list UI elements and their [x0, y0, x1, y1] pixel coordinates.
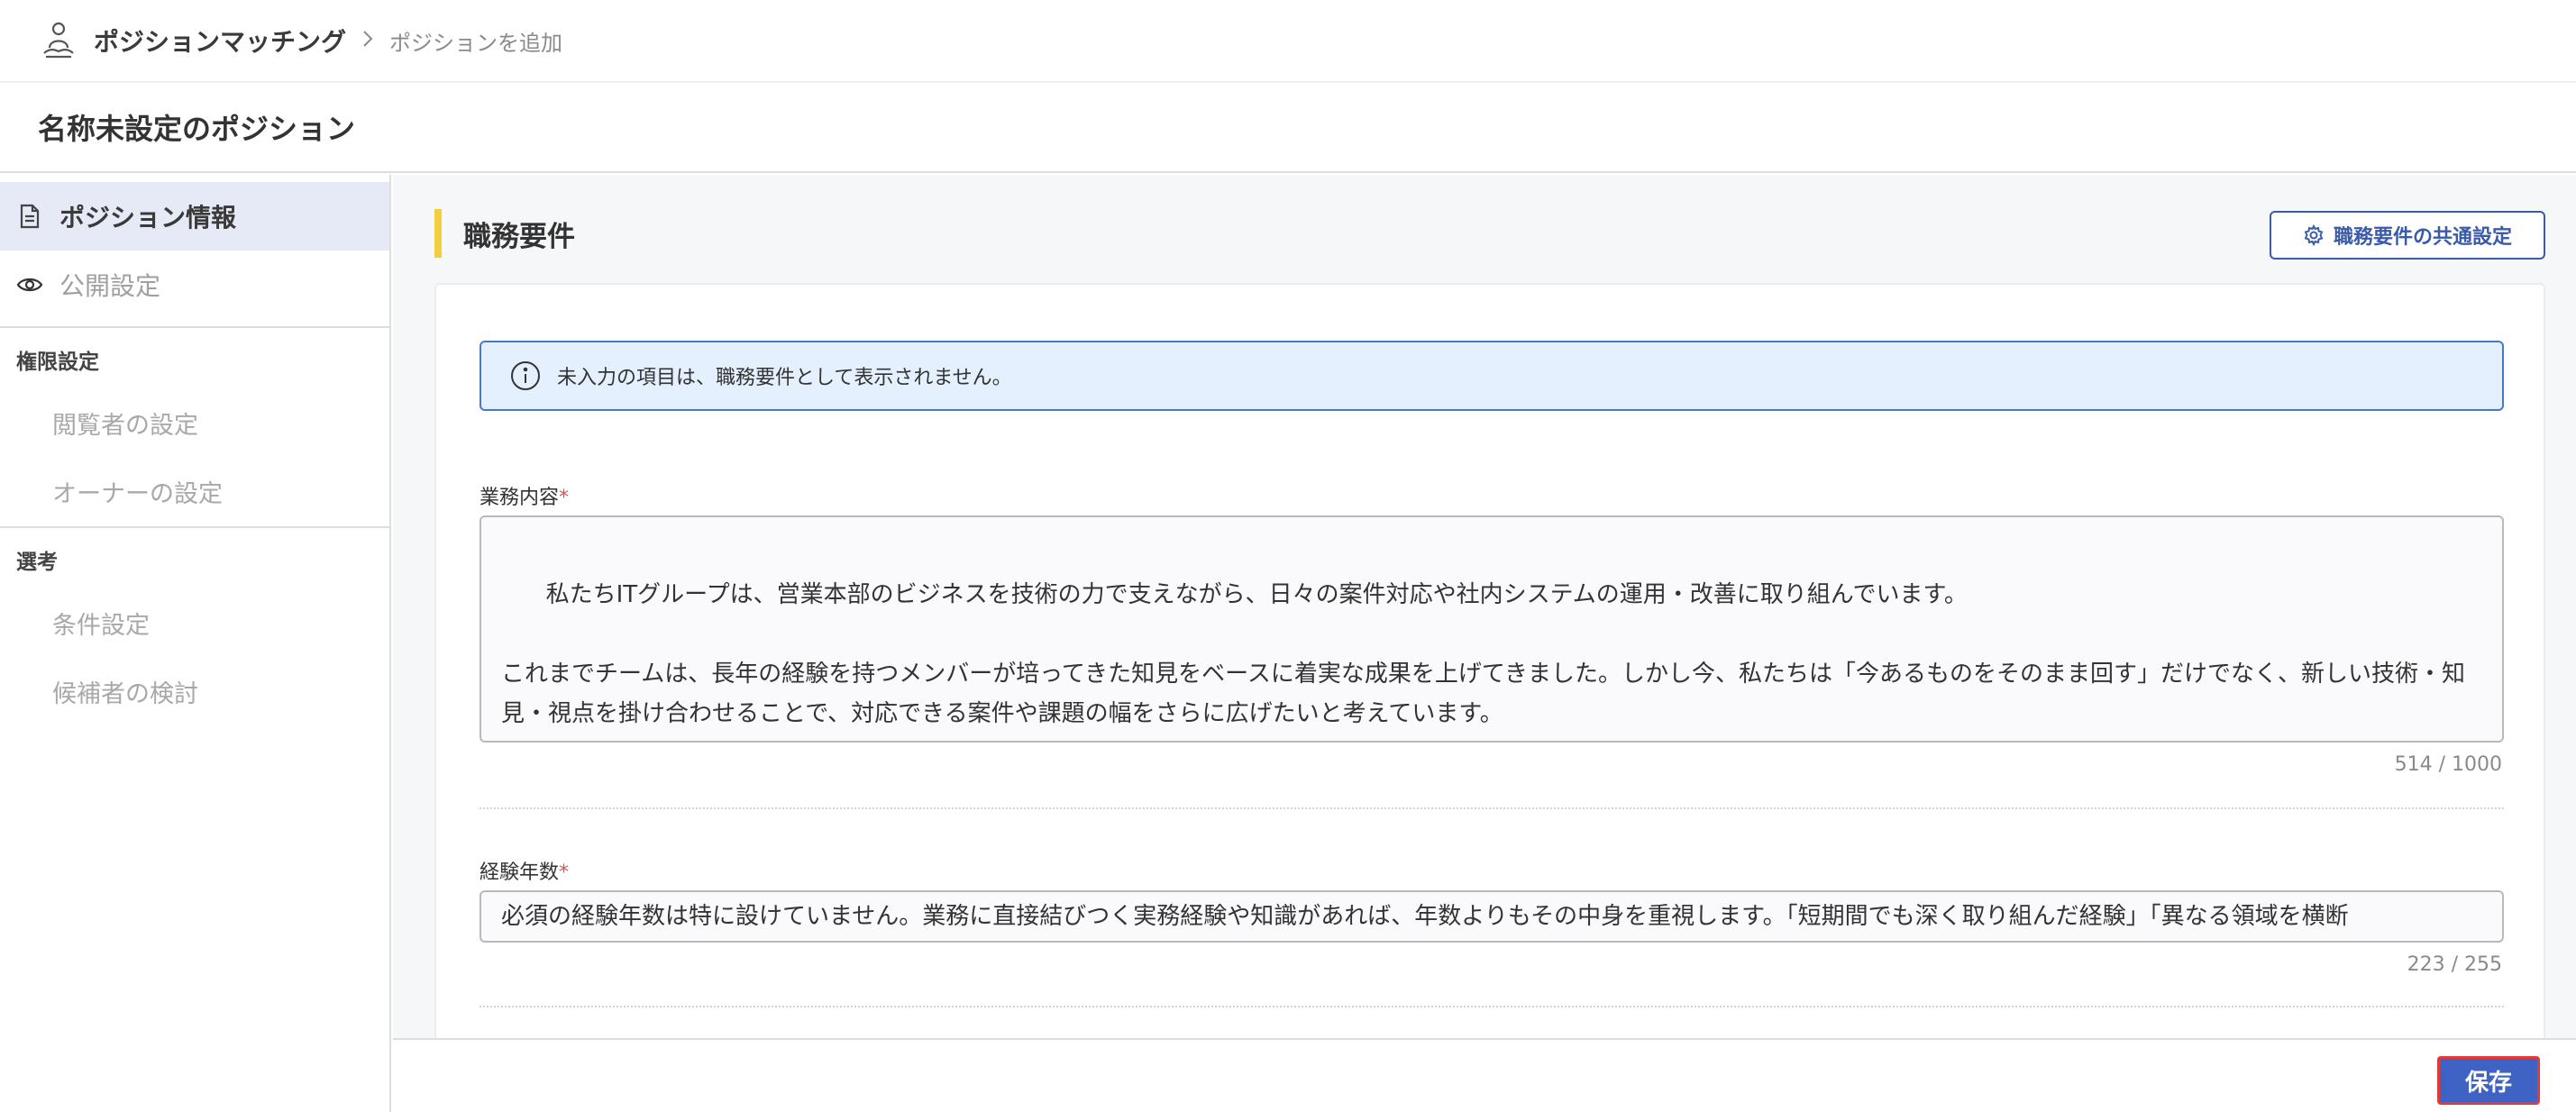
- divider: [0, 526, 389, 528]
- sidebar: ポジション情報 公開設定 権限設定 閲覧者の設定 オーナーの設定 選考 条件設定…: [0, 175, 391, 1112]
- required-mark: *: [559, 487, 570, 509]
- sidebar-item-viewer-settings[interactable]: 閲覧者の設定: [52, 406, 198, 441]
- notice-text: 未入力の項目は、職務要件として表示されません。: [557, 367, 1012, 389]
- section-header: 職務要件: [434, 209, 575, 258]
- sidebar-item-candidate-review[interactable]: 候補者の検討: [52, 674, 198, 709]
- required-mark: *: [559, 861, 570, 884]
- sidebar-item-publish-settings[interactable]: 公開設定: [0, 251, 389, 319]
- person-meditation-icon: [36, 18, 81, 63]
- duties-label: 業務内容*: [480, 481, 569, 510]
- chevron-right-icon: [361, 26, 375, 56]
- top-bar: ポジションマッチング ポジションを追加: [0, 0, 2576, 83]
- experience-label: 経験年数*: [480, 856, 569, 885]
- sidebar-item-label: ポジション情報: [59, 203, 237, 232]
- sidebar-item-owner-settings[interactable]: オーナーの設定: [52, 474, 223, 509]
- footer-bar: 保存: [393, 1038, 2576, 1112]
- section-accent-bar: [434, 209, 442, 258]
- section-title: 職務要件: [463, 220, 575, 253]
- requirements-card: 未入力の項目は、職務要件として表示されません。 業務内容* 私たちITグループは…: [434, 283, 2545, 1094]
- info-icon: [510, 360, 541, 391]
- main-content: 職務要件 職務要件の共通設定 未入力の項目は、職務要件として表示されません。 業…: [393, 175, 2576, 1094]
- sidebar-item-position-info[interactable]: ポジション情報: [0, 182, 389, 251]
- common-settings-label: 職務要件の共通設定: [2333, 226, 2512, 249]
- save-button[interactable]: 保存: [2437, 1056, 2540, 1105]
- page-title: 名称未設定のポジション: [38, 112, 356, 146]
- divider: [480, 1006, 2504, 1007]
- common-settings-button[interactable]: 職務要件の共通設定: [2270, 211, 2545, 260]
- sidebar-section-selection: 選考: [16, 551, 58, 574]
- experience-label-text: 経験年数: [480, 861, 560, 884]
- document-icon: [16, 203, 43, 230]
- divider: [480, 807, 2504, 809]
- sidebar-item-label: 公開設定: [59, 271, 161, 301]
- divider: [0, 326, 389, 328]
- experience-input[interactable]: 必須の経験年数は特に設けていません。業務に直接結びつく実務経験や知識があれば、年…: [480, 890, 2504, 943]
- experience-counter: 223 / 255: [2407, 953, 2502, 976]
- duties-label-text: 業務内容: [480, 487, 560, 509]
- sidebar-item-condition-settings[interactable]: 条件設定: [52, 606, 150, 641]
- duties-textarea[interactable]: 私たちITグループは、営業本部のビジネスを技術の力で支えながら、日々の案件対応や…: [480, 515, 2504, 743]
- resize-grip-icon[interactable]: [2484, 723, 2498, 737]
- breadcrumb-current: ポジションを追加: [389, 30, 563, 56]
- info-notice: 未入力の項目は、職務要件として表示されません。: [480, 341, 2504, 411]
- page-title-bar: 名称未設定のポジション: [0, 83, 2576, 173]
- duties-value: 私たちITグループは、営業本部のビジネスを技術の力で支えながら、日々の案件対応や…: [501, 581, 2466, 727]
- gear-icon: [2303, 224, 2325, 246]
- eye-icon: [16, 271, 43, 298]
- duties-counter: 514 / 1000: [2394, 753, 2502, 776]
- sidebar-section-permissions: 権限設定: [16, 351, 99, 374]
- app-title[interactable]: ポジションマッチング: [94, 23, 346, 59]
